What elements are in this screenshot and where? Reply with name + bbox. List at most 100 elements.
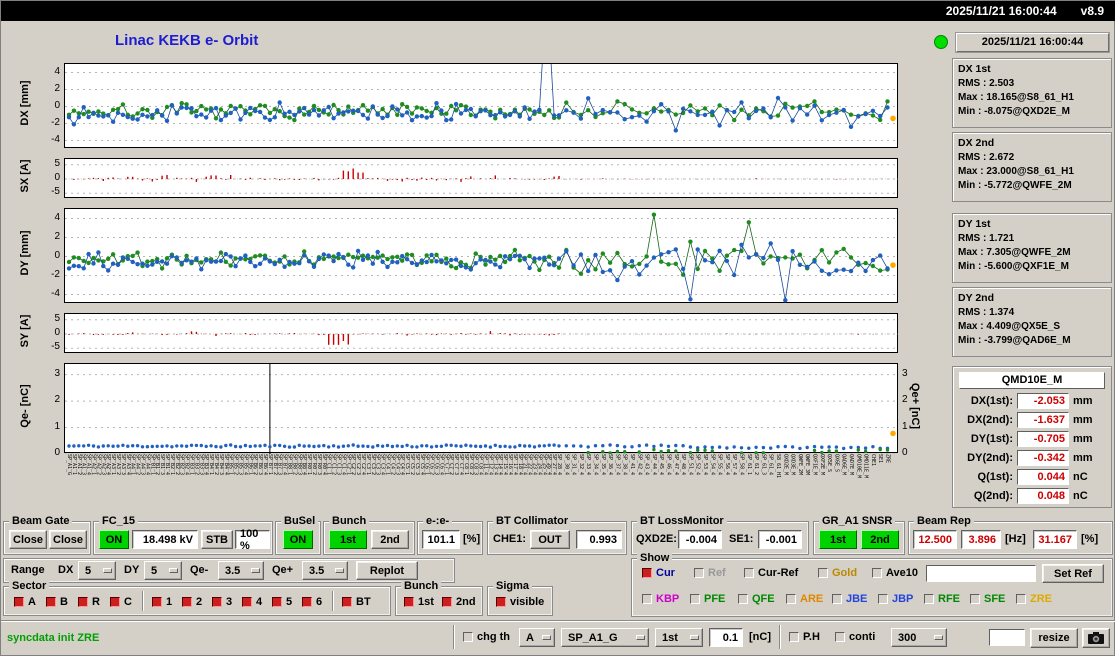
monitor-row-unit: mm (1073, 414, 1093, 426)
checkbox-icon (878, 594, 888, 604)
range-qem-select[interactable]: 3.5 (218, 561, 264, 580)
y-tick-label: 2 (902, 394, 908, 405)
checkbox-icon (442, 597, 452, 607)
beam-rep-v2-display: 3.896 (961, 530, 1001, 549)
screenshot-button[interactable] (1082, 628, 1110, 648)
show-cur-checkbox[interactable]: Cur (642, 567, 675, 579)
show-cur-ref-checkbox-label: Cur-Ref (758, 567, 799, 579)
y-tick-label: -4 (51, 288, 60, 299)
conti-checkbox[interactable]: conti (835, 631, 875, 643)
bpm-label: SP_42_4 (636, 454, 643, 476)
beam-gate-close-1-button[interactable]: Close (9, 530, 47, 549)
set-ref-button[interactable]: Set Ref (1042, 564, 1104, 583)
beam-rep-group: Beam Rep 12.500 3.896 [Hz] 31.167 [%] (908, 515, 1113, 555)
sector-checkbox-a[interactable]: A (14, 596, 36, 608)
replot-button[interactable]: Replot (356, 561, 418, 580)
show-ave10-checkbox[interactable]: Ave10 (872, 567, 918, 579)
bpm-label: SP_35_4 (599, 454, 606, 476)
show-title: Show (637, 552, 673, 564)
ref-name-input[interactable] (926, 565, 1036, 582)
checkbox-icon (970, 594, 980, 604)
rate-select[interactable]: 300 (891, 628, 947, 647)
range-dx-value: 5 (85, 564, 92, 577)
monitor-row: DX(1st): -2.053 mm (957, 392, 1107, 410)
bunch-order-select[interactable]: 1st (655, 628, 703, 647)
bpm-select[interactable]: SP_A1_G (561, 628, 649, 647)
sector-checkbox-4[interactable]: 4 (242, 596, 262, 608)
show-kbp-checkbox[interactable]: KBP (642, 593, 679, 605)
range-dy-select[interactable]: 5 (144, 561, 182, 580)
sector-checkbox-c-label: C (124, 596, 132, 608)
sector-checkbox-r[interactable]: R (78, 596, 100, 608)
beam-gate-group: Beam Gate Close Close (3, 515, 91, 555)
checkbox-icon (690, 594, 700, 604)
sector-checkbox-2[interactable]: 2 (182, 596, 202, 608)
show-ref-checkbox[interactable]: Ref (694, 567, 726, 579)
bpm-label: QAD7E_M (848, 454, 854, 476)
che1-out-button[interactable]: OUT (530, 530, 570, 549)
show-cur-ref-checkbox[interactable]: Cur-Ref (744, 567, 798, 579)
show-sfe-checkbox[interactable]: SFE (970, 593, 1005, 605)
combo-indicator-icon (542, 635, 551, 640)
show-are-checkbox[interactable]: ARE (786, 593, 823, 605)
combo-indicator-icon (169, 568, 178, 573)
show-sfe-checkbox-label: SFE (984, 593, 1006, 605)
sector-checkbox-1[interactable]: 1 (152, 596, 172, 608)
sector-checkbox-3[interactable]: 3 (212, 596, 232, 608)
bpm-label: QX5E_S (826, 454, 833, 473)
show-jbp-checkbox-label: JBP (892, 593, 914, 605)
show-rfe-checkbox[interactable]: RFE (924, 593, 960, 605)
threshold-unit-label: [nC] (749, 631, 771, 643)
show-qfe-checkbox[interactable]: QFE (738, 593, 775, 605)
sigma-visible-checkbox[interactable]: visible (496, 596, 544, 608)
sector-a-select[interactable]: A (519, 628, 555, 647)
range-qep-select[interactable]: 3.5 (302, 561, 348, 580)
bpm-label: SP_38_4 (621, 454, 628, 476)
monitor-row-label: Q(1st): (977, 471, 1013, 483)
sector-checkbox-bt[interactable]: BT (342, 596, 371, 608)
gr-snsr-group: GR_A1 SNSR 1st 2nd (813, 515, 905, 555)
y-tick-label: 0 (54, 327, 60, 338)
show-jbe-checkbox[interactable]: JBE (832, 593, 867, 605)
sector-checkbox-c[interactable]: C (110, 596, 132, 608)
bunch-checkbox-1st-label: 1st (418, 596, 434, 608)
sector-checkbox-b[interactable]: B (46, 596, 68, 608)
sector-checkbox-5[interactable]: 5 (272, 596, 292, 608)
bpm-label: ZRE (884, 454, 891, 464)
stat-panel-dx1: DX 1st RMS : 2.503 Max : 18.165@S8_61_H1… (952, 58, 1112, 128)
chg-th-checkbox[interactable]: chg th (463, 631, 510, 643)
statusbar-blank-input[interactable] (989, 629, 1025, 646)
show-ave10-checkbox-label: Ave10 (886, 567, 919, 579)
beam-gate-close-2-button[interactable]: Close (49, 530, 87, 549)
range-dx-select[interactable]: 5 (78, 561, 116, 580)
busel-group: BuSel ON (275, 515, 321, 555)
show-gold-checkbox[interactable]: Gold (818, 567, 857, 579)
bpm-label: SP_46_4 (665, 454, 672, 476)
checkbox-icon (789, 632, 799, 642)
show-pfe-checkbox[interactable]: PFE (690, 593, 725, 605)
sigma-group: Sigma visible (487, 580, 553, 616)
fc15-stb-button[interactable]: STB (201, 530, 233, 549)
bunch-2nd-button[interactable]: 2nd (371, 530, 409, 549)
gr-snsr-2nd-button[interactable]: 2nd (861, 530, 899, 549)
y-tick-label: 2 (54, 83, 60, 94)
bunch-checkbox-1st[interactable]: 1st (404, 596, 434, 608)
bpm-label: SP_32_4 (577, 454, 584, 476)
checkbox-icon (14, 597, 24, 607)
bunch-1st-button[interactable]: 1st (329, 530, 367, 549)
bpm-label: SP_53_4 (702, 454, 708, 476)
bpm-label: SP_51_4 (687, 454, 694, 476)
checkbox-icon (242, 597, 252, 607)
show-jbp-checkbox[interactable]: JBP (878, 593, 913, 605)
sx-axis-label: SX [A] (19, 159, 31, 193)
resize-button[interactable]: resize (1030, 628, 1078, 648)
che1-label: CHE1: (493, 533, 527, 545)
bunch-checkbox-2nd[interactable]: 2nd (442, 596, 476, 608)
qmd-monitor-rows: DX(1st): -2.053 mm DX(2nd): -1.637 mm DY(1st):… (953, 392, 1111, 505)
gr-snsr-1st-button[interactable]: 1st (819, 530, 857, 549)
fc15-on-button[interactable]: ON (99, 530, 129, 549)
busel-on-button[interactable]: ON (283, 530, 313, 549)
sector-checkbox-6[interactable]: 6 (302, 596, 322, 608)
show-zre-checkbox[interactable]: ZRE (1016, 593, 1052, 605)
ph-checkbox[interactable]: P.H (789, 631, 820, 643)
